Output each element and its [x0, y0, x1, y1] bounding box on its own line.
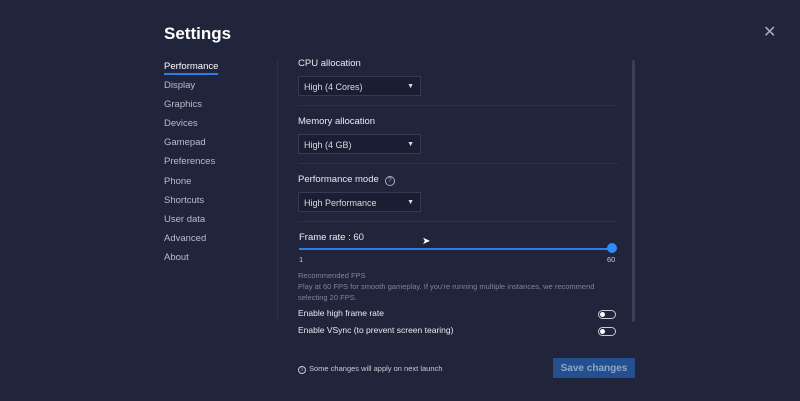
- chevron-down-icon: ▼: [407, 141, 414, 148]
- close-icon[interactable]: ✕: [763, 22, 776, 42]
- frame-rate-label: Frame rate : 60: [299, 232, 364, 243]
- sidebar-item-performance[interactable]: Performance: [164, 61, 219, 80]
- sidebar-item-preferences[interactable]: Preferences: [164, 156, 218, 175]
- vsync-label: Enable VSync (to prevent screen tearing): [298, 325, 454, 335]
- memory-select[interactable]: High (4 GB) ▼: [298, 134, 421, 154]
- performance-mode-text: Performance mode: [298, 174, 379, 185]
- performance-mode-label: Performance mode?: [298, 174, 395, 186]
- memory-value: High (4 GB): [304, 140, 352, 150]
- memory-label: Memory allocation: [298, 116, 376, 127]
- save-button[interactable]: Save changes: [553, 358, 635, 378]
- cpu-select[interactable]: High (4 Cores) ▼: [298, 76, 421, 96]
- performance-mode-value: High Performance: [304, 198, 377, 208]
- divider: [298, 163, 618, 164]
- divider: [298, 221, 618, 222]
- performance-mode-select[interactable]: High Performance ▼: [298, 192, 421, 212]
- help-icon[interactable]: ?: [384, 176, 395, 186]
- sidebar-item-gamepad[interactable]: Gamepad: [164, 137, 218, 156]
- high-frame-rate-toggle[interactable]: [598, 310, 616, 319]
- slider-min: 1: [299, 255, 304, 264]
- note-text: Some changes will apply on next launch: [309, 364, 443, 373]
- sidebar-item-user-data[interactable]: User data: [164, 214, 218, 233]
- sidebar-item-devices[interactable]: Devices: [164, 118, 218, 137]
- sidebar-item-graphics[interactable]: Graphics: [164, 99, 218, 118]
- high-frame-rate-label: Enable high frame rate: [298, 308, 384, 318]
- sidebar-item-advanced[interactable]: Advanced: [164, 233, 218, 252]
- page-title: Settings: [164, 24, 232, 43]
- slider-max: 60: [607, 255, 616, 264]
- vsync-toggle[interactable]: [598, 327, 616, 336]
- sidebar-item-about[interactable]: About: [164, 252, 218, 271]
- divider: [277, 60, 278, 320]
- sidebar-item-label: Performance: [164, 61, 219, 75]
- sidebar-item-shortcuts[interactable]: Shortcuts: [164, 195, 218, 214]
- cpu-label: CPU allocation: [298, 58, 361, 69]
- frame-rate-slider[interactable]: [299, 248, 612, 250]
- recommended-title: Recommended FPS: [298, 271, 366, 280]
- cpu-value: High (4 Cores): [304, 82, 363, 92]
- recommended-text: Play at 60 FPS for smooth gameplay. If y…: [298, 282, 595, 302]
- info-icon: i: [298, 366, 306, 374]
- chevron-down-icon: ▼: [407, 199, 414, 206]
- sidebar-item-phone[interactable]: Phone: [164, 176, 218, 195]
- mouse-cursor-icon: ➤: [422, 236, 431, 247]
- chevron-down-icon: ▼: [407, 83, 414, 90]
- restart-note: i Some changes will apply on next launch: [298, 364, 442, 374]
- sidebar-nav: Performance Display Graphics Devices Gam…: [164, 61, 219, 271]
- scrollbar[interactable]: [632, 60, 635, 322]
- frame-rate-slider-handle[interactable]: [607, 243, 617, 253]
- sidebar-item-display[interactable]: Display: [164, 80, 218, 99]
- divider: [298, 105, 618, 106]
